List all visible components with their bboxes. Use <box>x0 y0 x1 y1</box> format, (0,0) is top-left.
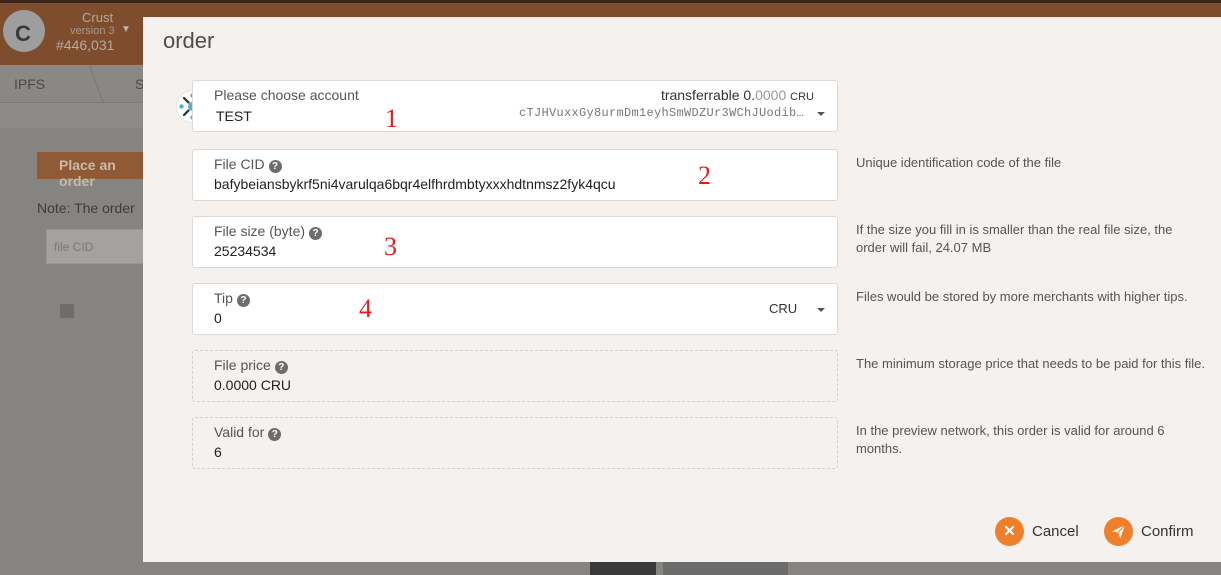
file-size-hint: If the size you fill in is smaller than … <box>856 222 1173 255</box>
chain-version[interactable]: version 3 <box>70 25 115 37</box>
account-select[interactable]: Please choose account TEST transferrable… <box>192 80 838 132</box>
place-order-button[interactable]: Place an order <box>37 152 147 189</box>
help-icon[interactable]: ? <box>309 227 323 240</box>
tip-unit-select[interactable]: CRU <box>769 301 797 316</box>
tip-input[interactable]: 0 <box>214 310 222 326</box>
block-number: #446,031 <box>56 37 115 53</box>
annotation-mark-3: 3 <box>384 232 397 261</box>
file-price-field: File price? 0.0000 CRU <box>192 350 838 402</box>
chevron-down-icon[interactable] <box>817 308 825 312</box>
help-icon[interactable]: ? <box>268 160 282 173</box>
valid-for-hint: In the preview network, this order is va… <box>856 423 1165 456</box>
file-cid-field[interactable]: File CID? bafybeiansbykrf5ni4varulqa6bqr… <box>192 149 838 201</box>
checkbox[interactable] <box>60 304 74 318</box>
file-price-label: File price? <box>214 357 288 374</box>
modal-title: order <box>163 28 215 53</box>
account-name: TEST <box>216 108 252 124</box>
file-size-input[interactable]: 25234534 <box>214 243 276 259</box>
tip-label: Tip? <box>214 290 250 307</box>
annotation-mark-2: 2 <box>698 161 711 190</box>
background-block <box>663 562 788 575</box>
close-icon: ✕ <box>995 516 1024 546</box>
account-label: Please choose account <box>214 87 359 103</box>
chain-name: Crust <box>82 10 114 25</box>
tab-ipfs[interactable]: IPFS <box>14 76 45 92</box>
file-size-label: File size (byte)? <box>214 223 323 240</box>
file-price-hint: The minimum storage price that needs to … <box>856 356 1206 371</box>
file-price-value: 0.0000 CRU <box>214 377 292 393</box>
chevron-down-icon[interactable]: ▼ <box>121 24 131 35</box>
tip-field[interactable]: Tip? 0 CRU <box>192 283 838 335</box>
valid-for-value: 6 <box>214 444 222 460</box>
account-address: cTJHVuxxGy8urmDm1eyhSmWDZUr3WChJUodib… <box>518 106 804 120</box>
order-note: Note: The order <box>37 200 135 216</box>
file-cid-search-input[interactable]: file CID <box>46 229 156 264</box>
confirm-button[interactable]: Confirm <box>1104 516 1194 546</box>
file-size-field[interactable]: File size (byte)? 25234534 <box>192 216 838 268</box>
annotation-mark-1: 1 <box>385 104 398 133</box>
tip-hint: Files would be stored by more merchants … <box>856 289 1188 304</box>
chevron-down-icon[interactable] <box>817 112 825 116</box>
valid-for-field: Valid for? 6 <box>192 417 838 469</box>
background-block <box>590 562 656 575</box>
help-icon[interactable]: ? <box>268 428 282 441</box>
file-cid-input[interactable]: bafybeiansbykrf5ni4varulqa6bqr4elfhrdmbt… <box>214 176 616 192</box>
header-accent-line <box>0 0 1221 3</box>
file-cid-hint: Unique identification code of the file <box>856 155 1062 170</box>
file-cid-label: File CID? <box>214 156 282 173</box>
help-icon[interactable]: ? <box>236 294 250 307</box>
help-icon[interactable]: ? <box>274 361 288 374</box>
valid-for-label: Valid for? <box>214 424 282 441</box>
transferrable-balance: transferrable 0.0000 CRU <box>660 87 814 103</box>
crust-logo-icon[interactable]: C <box>3 10 45 52</box>
cancel-button[interactable]: ✕ Cancel <box>995 516 1079 546</box>
send-icon <box>1104 516 1133 546</box>
order-modal: order Please choose account TEST transfe… <box>143 17 1221 562</box>
annotation-mark-4: 4 <box>359 294 372 323</box>
